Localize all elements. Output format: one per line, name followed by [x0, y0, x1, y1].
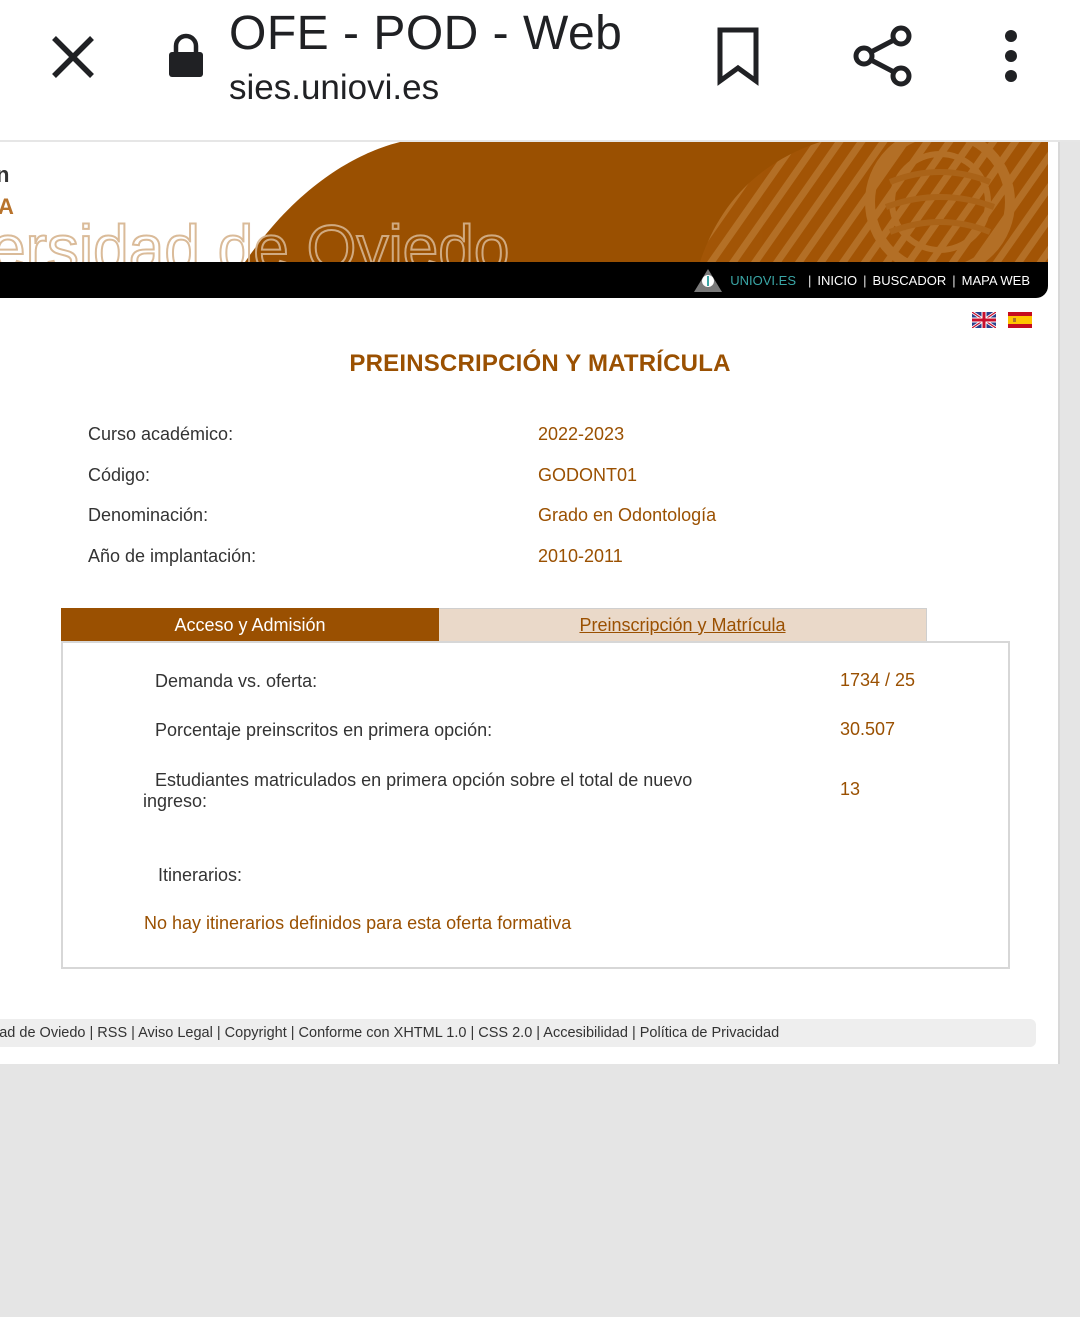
info-label: Año de implantación:: [88, 545, 257, 566]
stat-label-cont: ingreso:: [143, 791, 208, 811]
nav-separator: |: [952, 272, 956, 288]
uk-flag-icon[interactable]: [972, 312, 996, 328]
info-value: Grado en Odontología: [538, 505, 717, 525]
top-navbar: UNIOVI.ES | INICIO | BUSCADOR | MAPA WEB: [0, 262, 1048, 298]
stat-value: 30.507: [840, 719, 896, 739]
university-banner: n A ersidad de Oviedo: [0, 142, 1048, 262]
bookmark-icon[interactable]: [712, 26, 764, 86]
nav-separator: |: [863, 272, 867, 288]
info-value: 2010-2011: [538, 545, 623, 566]
nav-separator: |: [808, 272, 812, 288]
tab-bar: Acceso y Admisión Preinscripción y Matrí…: [61, 608, 927, 642]
itinerarios-label: Itinerarios:: [158, 865, 243, 885]
banner-watermark: ersidad de Oviedo: [0, 212, 509, 262]
section-heading: PREINSCRIPCIÓN Y MATRÍCULA: [349, 350, 731, 377]
stat-value: 13: [840, 779, 861, 799]
web-page: n A ersidad de Oviedo UNIOVI.ES | INICIO…: [0, 142, 1060, 1064]
nav-mapa-web[interactable]: MAPA WEB: [962, 273, 1030, 288]
more-icon[interactable]: [998, 28, 1024, 84]
info-label: Curso académico:: [88, 424, 234, 444]
banner-letter-n: n: [0, 162, 9, 187]
browser-toolbar: OFE - POD - Web sies.uniovi.es: [0, 0, 1080, 142]
language-selector: [972, 312, 1032, 328]
stat-label: Estudiantes matriculados en primera opci…: [155, 770, 693, 790]
close-icon[interactable]: [46, 30, 100, 84]
stat-label: Porcentaje preinscritos en primera opció…: [155, 720, 493, 740]
lock-icon: [169, 33, 203, 77]
uniovi-link[interactable]: UNIOVI.ES: [730, 273, 796, 288]
no-itinerarios-text: No hay itinerarios definidos para esta o…: [144, 913, 572, 933]
tab-preinscripcion-matricula[interactable]: Preinscripción y Matrícula: [439, 608, 927, 642]
info-label: Denominación:: [88, 505, 209, 525]
page-url[interactable]: sies.uniovi.es: [229, 68, 439, 108]
stat-label: Demanda vs. oferta:: [155, 671, 318, 691]
info-row: Código: GODONT01: [88, 465, 988, 506]
uniovi-logo-icon: [694, 269, 723, 292]
nav-inicio[interactable]: INICIO: [817, 273, 857, 288]
info-value: GODONT01: [538, 464, 638, 485]
nav-buscador[interactable]: BUSCADOR: [873, 273, 947, 288]
info-row: Curso académico: 2022-2023: [88, 424, 988, 465]
tab-panel: Demanda vs. oferta: 1734 / 25 Porcentaje…: [61, 641, 1010, 969]
spain-flag-icon[interactable]: [1008, 312, 1032, 328]
info-label: Código:: [88, 464, 151, 485]
info-row: Denominación: Grado en Odontología: [88, 505, 988, 546]
info-row: Año de implantación: 2010-2011: [88, 546, 988, 587]
info-value: 2022-2023: [538, 424, 625, 444]
page-footer: lad de Oviedo | RSS | Aviso Legal | Copy…: [0, 1019, 1036, 1047]
footer-links[interactable]: lad de Oviedo | RSS | Aviso Legal | Copy…: [0, 1019, 779, 1047]
share-icon[interactable]: [852, 24, 914, 88]
page-title: OFE - POD - Web: [229, 7, 623, 60]
tab-acceso-admision[interactable]: Acceso y Admisión: [61, 608, 439, 642]
stat-value: 1734 / 25: [840, 670, 916, 690]
program-info: Curso académico: 2022-2023 Código: GODON…: [88, 424, 988, 586]
